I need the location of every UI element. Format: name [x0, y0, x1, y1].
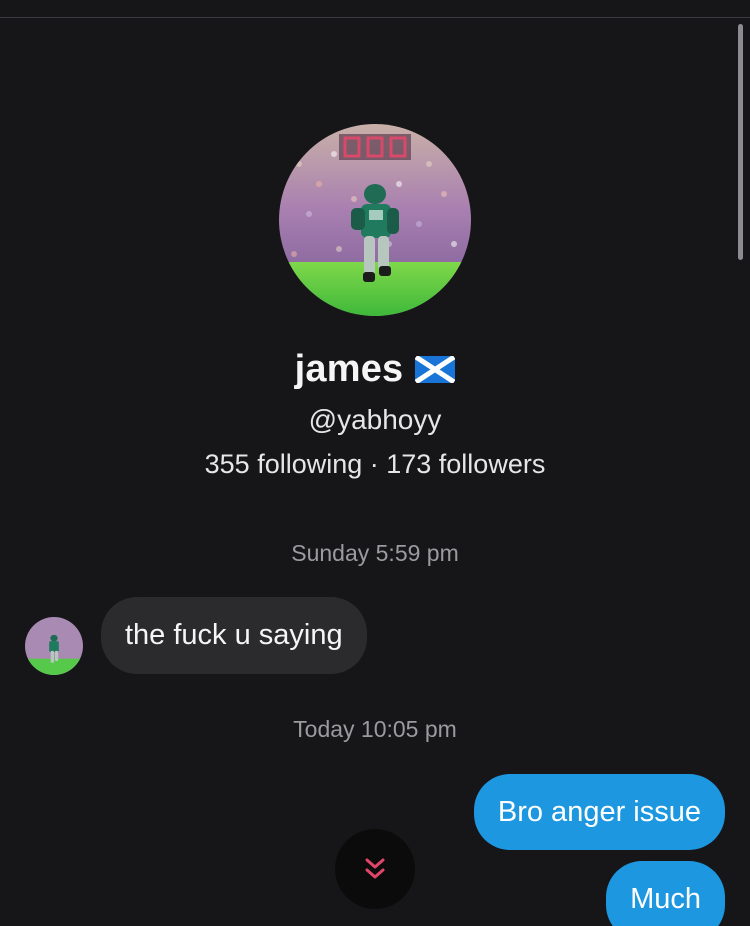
profile-avatar[interactable] — [279, 124, 471, 316]
chat-screen: james @yabhoyy 355 following · 173 follo… — [0, 0, 750, 926]
incoming-message-text: the fuck u saying — [125, 619, 343, 651]
outgoing-message-text: Much — [630, 883, 701, 915]
outgoing-message[interactable]: Much — [606, 861, 725, 926]
timestamp-sunday: Sunday 5:59 pm — [291, 540, 459, 566]
outgoing-message[interactable]: Bro anger issue — [473, 774, 725, 850]
outgoing-message-text: Bro anger issue — [497, 795, 701, 828]
incoming-message[interactable]: the fuck u saying — [101, 597, 367, 674]
profile-avatar-image — [279, 124, 471, 316]
profile-handle: @yabhoyy — [308, 404, 442, 435]
profile-follow-stats[interactable]: 355 following · 173 followers — [0, 449, 750, 480]
sender-avatar[interactable] — [25, 617, 83, 675]
top-divider — [0, 17, 750, 18]
scrollbar[interactable] — [738, 24, 743, 260]
profile-name-row: james — [0, 348, 750, 391]
scotland-flag-icon — [415, 354, 456, 385]
double-chevron-down-icon — [365, 858, 385, 879]
timestamp-today: Today 10:05 pm — [293, 716, 457, 742]
scroll-to-bottom-button[interactable] — [335, 829, 415, 909]
profile-name: james — [294, 348, 404, 390]
sender-avatar-image — [25, 617, 83, 675]
